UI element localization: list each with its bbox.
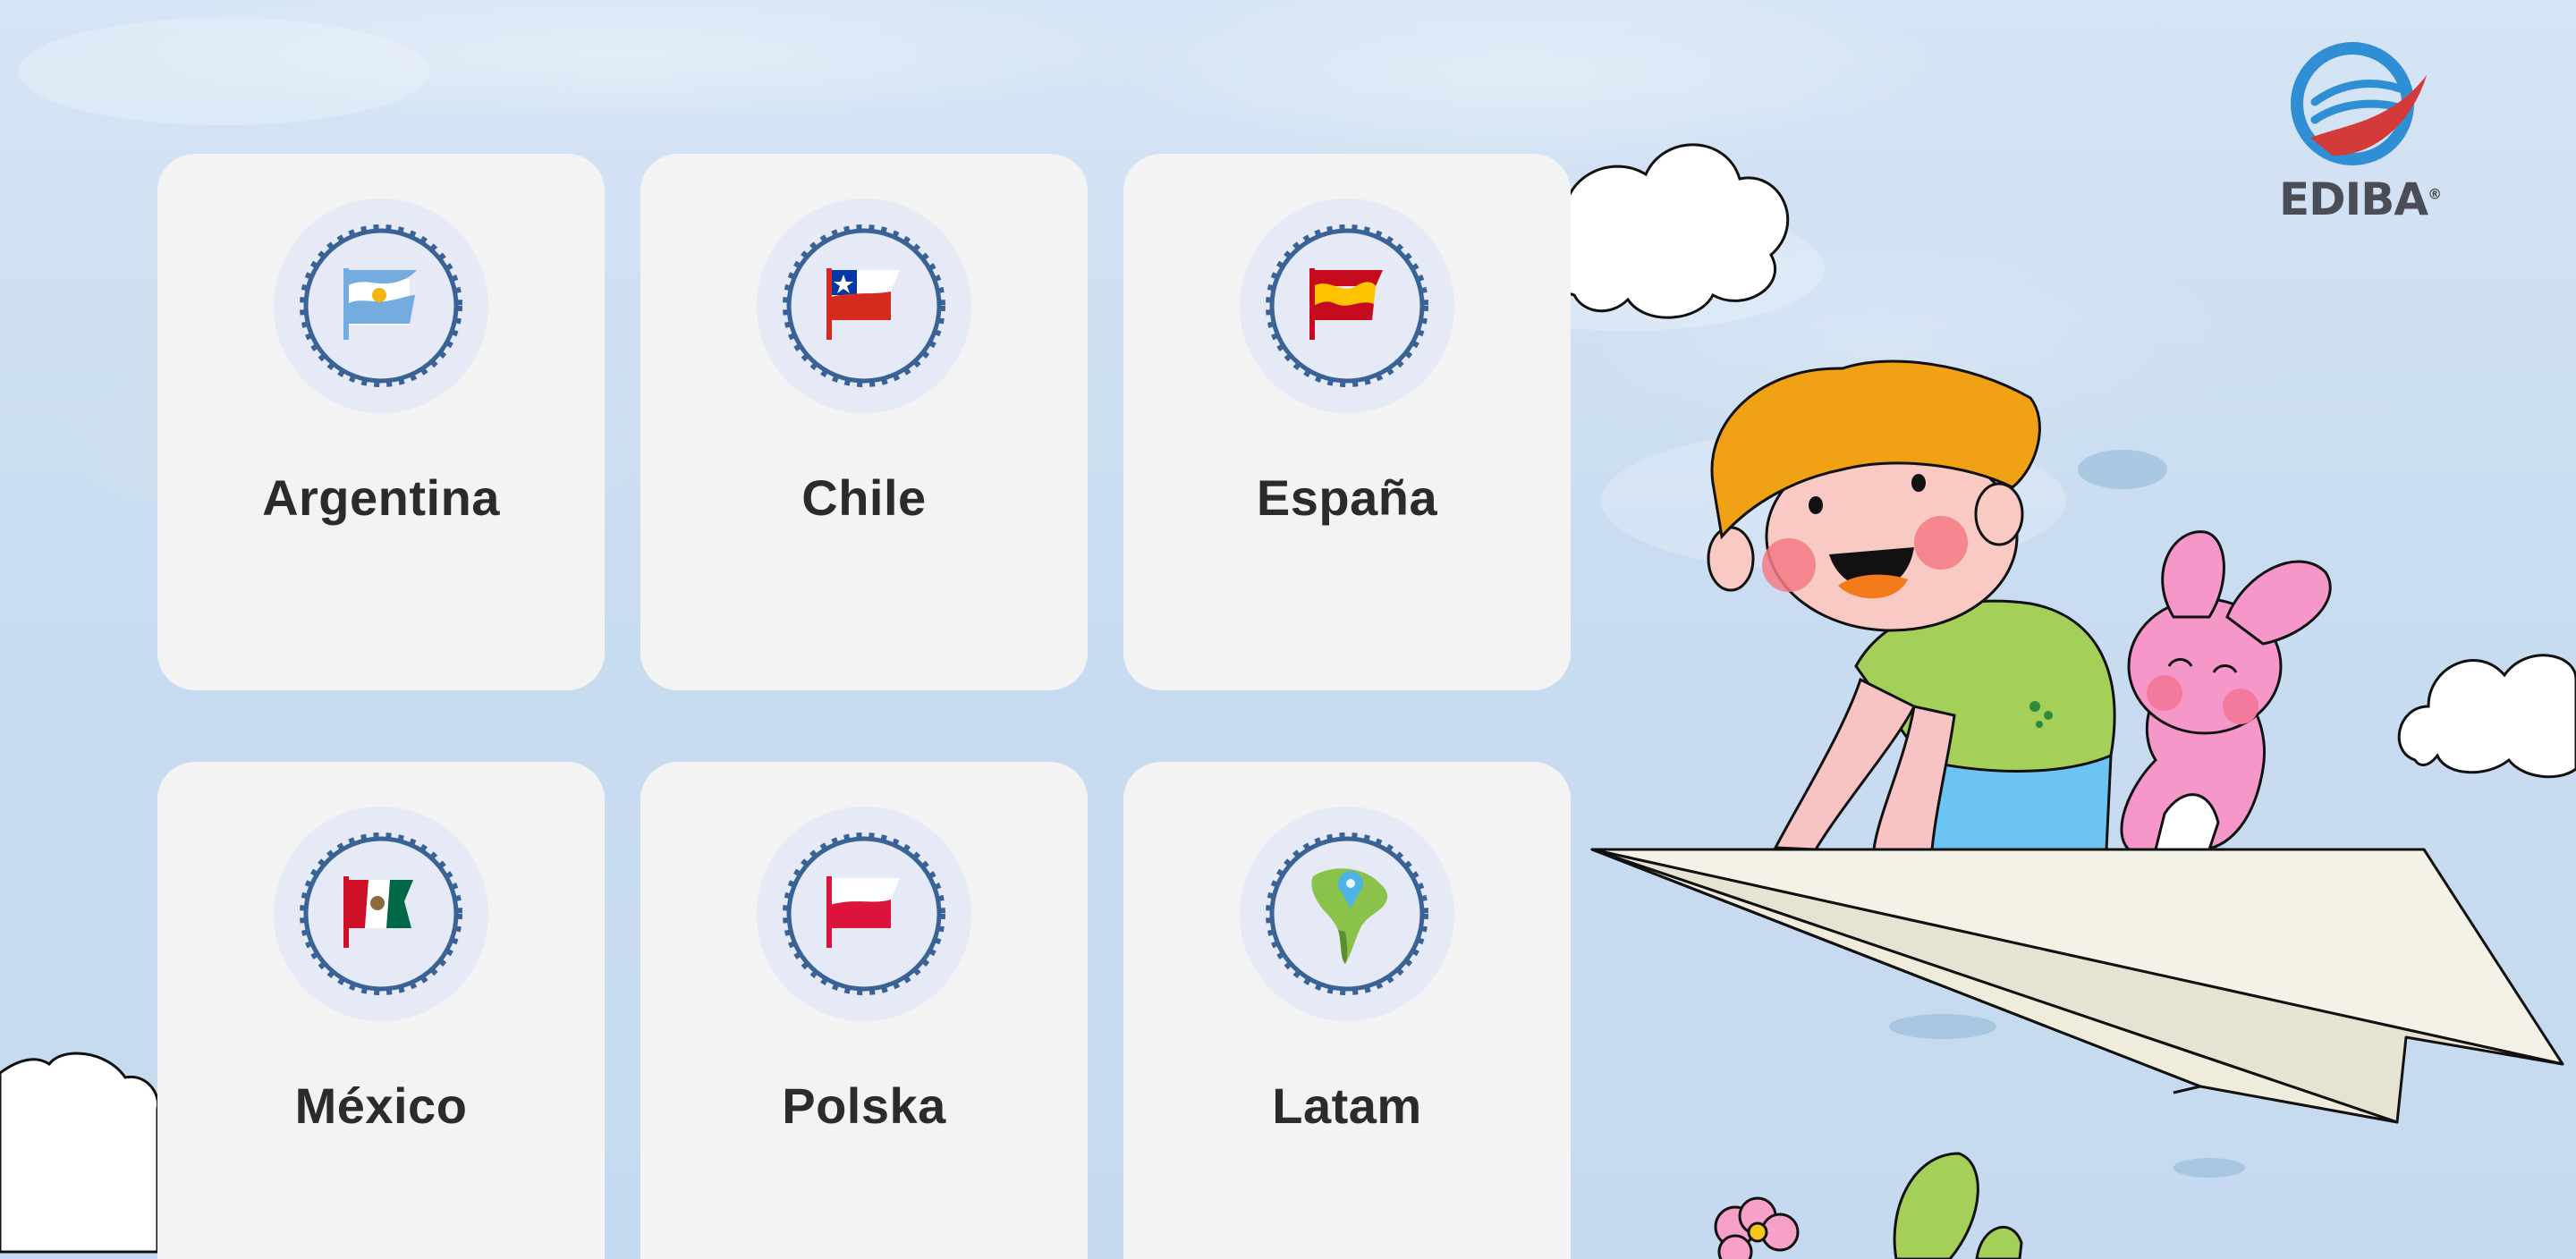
badge — [757, 807, 971, 1021]
card-espana[interactable]: España — [1123, 154, 1571, 690]
card-label: Argentina — [262, 469, 500, 526]
badge — [757, 199, 971, 413]
card-label: Chile — [801, 469, 927, 526]
ediba-logo-wordmark: EDIBA® — [2279, 173, 2442, 225]
badge — [1240, 199, 1454, 413]
ediba-logo: EDIBA® — [2279, 39, 2442, 227]
country-grid: Argentina Chile España México Polska Lat… — [157, 154, 1571, 1259]
card-chile[interactable]: Chile — [640, 154, 1088, 690]
card-latam[interactable]: Latam — [1123, 762, 1571, 1259]
poland-flag-icon — [783, 832, 945, 995]
card-label: Polska — [782, 1077, 946, 1134]
argentina-flag-icon — [300, 224, 462, 387]
card-argentina[interactable]: Argentina — [157, 154, 605, 690]
card-mexico[interactable]: México — [157, 762, 605, 1259]
badge — [1240, 807, 1454, 1021]
south-america-map-icon — [1266, 832, 1428, 995]
chile-flag-icon — [783, 224, 945, 387]
mexico-flag-icon — [300, 832, 462, 995]
ediba-logo-mark — [2291, 42, 2427, 165]
badge — [274, 199, 488, 413]
card-label: México — [294, 1077, 468, 1134]
card-label: España — [1256, 469, 1438, 526]
card-polska[interactable]: Polska — [640, 762, 1088, 1259]
spain-flag-icon — [1266, 224, 1428, 387]
badge — [274, 807, 488, 1021]
card-label: Latam — [1272, 1077, 1422, 1134]
